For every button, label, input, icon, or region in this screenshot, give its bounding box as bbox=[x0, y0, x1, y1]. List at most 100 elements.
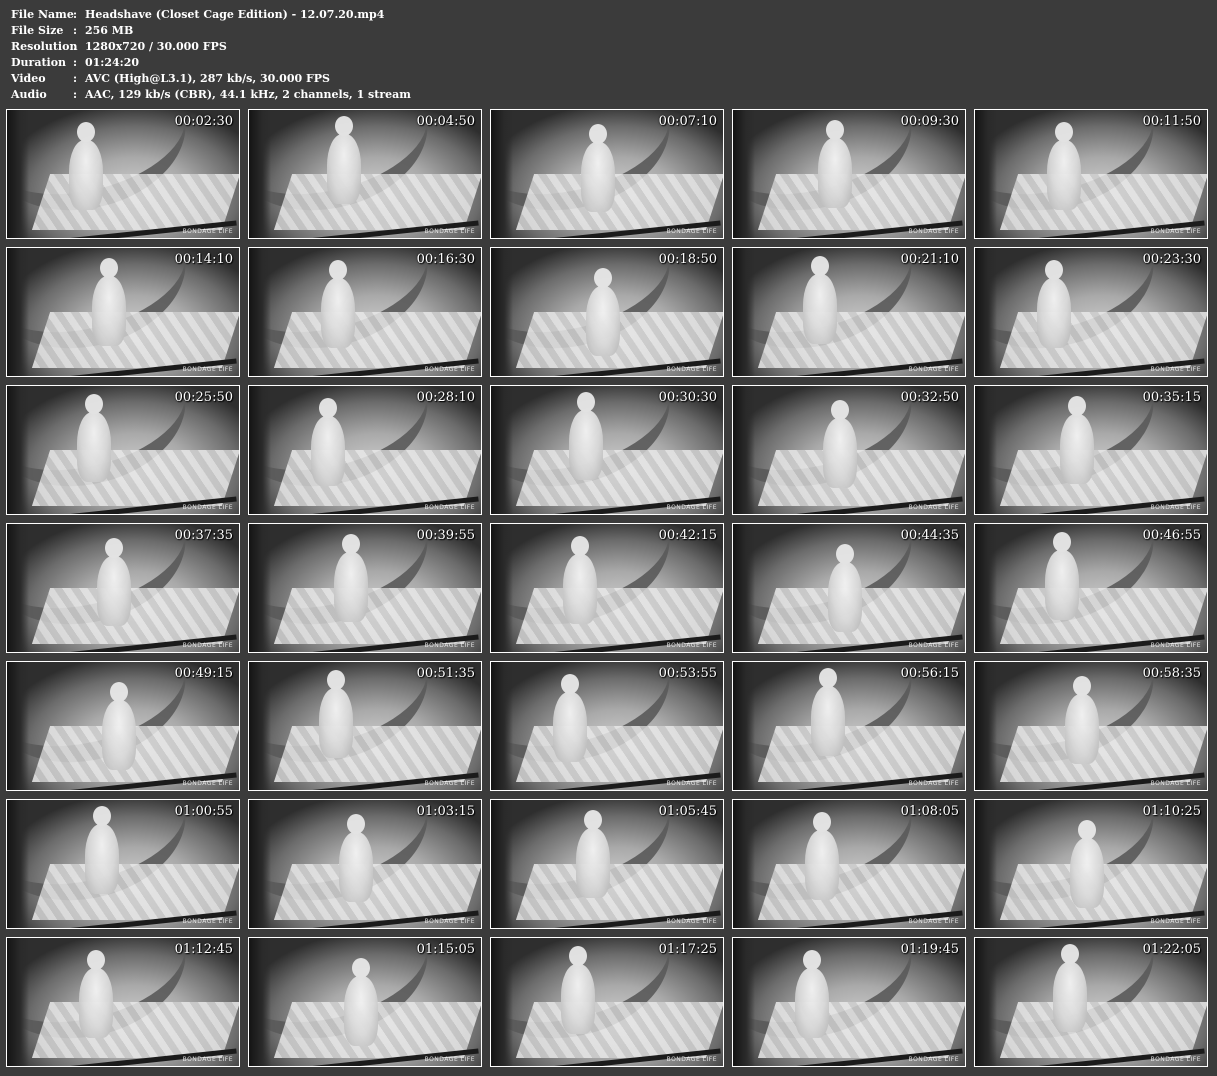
video-thumbnail[interactable]: 00:32:50 BONDAGE LIFE bbox=[732, 385, 966, 515]
video-thumbnail[interactable]: 00:25:50 BONDAGE LIFE bbox=[6, 385, 240, 515]
mattress bbox=[273, 174, 481, 230]
thumbnail-frame bbox=[7, 110, 239, 238]
thumbnail-timestamp: 01:19:45 bbox=[900, 942, 959, 957]
video-thumbnail[interactable]: 00:02:30 BONDAGE LIFE bbox=[6, 109, 240, 239]
thumbnail-frame bbox=[975, 524, 1207, 652]
video-thumbnail[interactable]: 00:14:10 BONDAGE LIFE bbox=[6, 247, 240, 377]
info-value: 256 MB bbox=[85, 24, 134, 37]
video-thumbnail[interactable]: 01:17:25 BONDAGE LIFE bbox=[490, 937, 724, 1067]
video-thumbnail[interactable]: 00:39:55 BONDAGE LIFE bbox=[248, 523, 482, 653]
subject-figure bbox=[803, 256, 837, 344]
subject-figure bbox=[569, 392, 603, 480]
subject-figure bbox=[102, 682, 136, 770]
video-thumbnail[interactable]: 00:18:50 BONDAGE LIFE bbox=[490, 247, 724, 377]
info-separator: : bbox=[73, 40, 78, 53]
info-separator: : bbox=[73, 24, 78, 37]
thumbnail-timestamp: 00:51:35 bbox=[416, 666, 475, 681]
thumbnail-frame bbox=[733, 248, 965, 376]
mattress bbox=[273, 312, 481, 368]
thumbnail-frame bbox=[249, 248, 481, 376]
video-thumbnail[interactable]: 01:19:45 BONDAGE LIFE bbox=[732, 937, 966, 1067]
video-thumbnail[interactable]: 01:10:25 BONDAGE LIFE bbox=[974, 799, 1208, 929]
subject-figure bbox=[1070, 820, 1104, 908]
watermark-logo: BONDAGE LIFE bbox=[182, 780, 233, 787]
watermark-logo: BONDAGE LIFE bbox=[1150, 504, 1201, 511]
thumbnail-timestamp: 00:53:55 bbox=[658, 666, 717, 681]
video-thumbnail[interactable]: 00:53:55 BONDAGE LIFE bbox=[490, 661, 724, 791]
mattress bbox=[757, 1002, 965, 1058]
thumbnail-timestamp: 00:25:50 bbox=[174, 390, 233, 405]
video-thumbnail[interactable]: 00:35:15 BONDAGE LIFE bbox=[974, 385, 1208, 515]
watermark-logo: BONDAGE LIFE bbox=[182, 642, 233, 649]
video-thumbnail[interactable]: 00:07:10 BONDAGE LIFE bbox=[490, 109, 724, 239]
video-thumbnail[interactable]: 01:22:05 BONDAGE LIFE bbox=[974, 937, 1208, 1067]
mattress bbox=[999, 726, 1207, 782]
video-thumbnail[interactable]: 00:56:15 BONDAGE LIFE bbox=[732, 661, 966, 791]
mattress bbox=[273, 450, 481, 506]
watermark-logo: BONDAGE LIFE bbox=[424, 504, 475, 511]
subject-figure bbox=[97, 538, 131, 626]
thumbnail-frame bbox=[249, 938, 481, 1066]
thumbnail-frame bbox=[249, 110, 481, 238]
subject-figure bbox=[92, 258, 126, 346]
mattress bbox=[31, 1002, 239, 1058]
thumbnail-timestamp: 00:46:55 bbox=[1142, 528, 1201, 543]
video-thumbnail[interactable]: 00:30:30 BONDAGE LIFE bbox=[490, 385, 724, 515]
watermark-logo: BONDAGE LIFE bbox=[424, 918, 475, 925]
thumbnail-timestamp: 00:44:35 bbox=[900, 528, 959, 543]
thumbnail-frame bbox=[249, 386, 481, 514]
info-key: File Size bbox=[11, 24, 64, 37]
thumbnail-frame bbox=[249, 662, 481, 790]
video-thumbnail[interactable]: 00:16:30 BONDAGE LIFE bbox=[248, 247, 482, 377]
info-row-resolution: Resolution : 1280x720 / 30.000 FPS bbox=[11, 39, 1201, 55]
video-thumbnail[interactable]: 00:04:50 BONDAGE LIFE bbox=[248, 109, 482, 239]
video-thumbnail[interactable]: 01:15:05 BONDAGE LIFE bbox=[248, 937, 482, 1067]
mattress bbox=[31, 174, 239, 230]
subject-figure bbox=[69, 122, 103, 210]
info-value: Headshave (Closet Cage Edition) - 12.07.… bbox=[85, 8, 385, 21]
watermark-logo: BONDAGE LIFE bbox=[424, 780, 475, 787]
thumbnail-timestamp: 01:08:05 bbox=[900, 804, 959, 819]
thumbnail-frame bbox=[733, 524, 965, 652]
video-thumbnail[interactable]: 00:44:35 BONDAGE LIFE bbox=[732, 523, 966, 653]
watermark-logo: BONDAGE LIFE bbox=[1150, 918, 1201, 925]
thumbnail-grid: 00:02:30 BONDAGE LIFE 00:04:50 BONDAGE LIFE… bbox=[6, 109, 1212, 1071]
thumbnail-frame bbox=[491, 524, 723, 652]
watermark-logo: BONDAGE LIFE bbox=[1150, 1056, 1201, 1063]
video-thumbnail[interactable]: 01:12:45 BONDAGE LIFE bbox=[6, 937, 240, 1067]
video-thumbnail[interactable]: 00:37:35 BONDAGE LIFE bbox=[6, 523, 240, 653]
subject-figure bbox=[1045, 532, 1079, 620]
thumbnail-timestamp: 01:10:25 bbox=[1142, 804, 1201, 819]
video-thumbnail[interactable]: 00:42:15 BONDAGE LIFE bbox=[490, 523, 724, 653]
mattress bbox=[273, 588, 481, 644]
info-value: AVC (High@L3.1), 287 kb/s, 30.000 FPS bbox=[85, 72, 330, 85]
video-thumbnail[interactable]: 00:11:50 BONDAGE LIFE bbox=[974, 109, 1208, 239]
watermark-logo: BONDAGE LIFE bbox=[666, 504, 717, 511]
thumbnail-frame bbox=[249, 524, 481, 652]
watermark-logo: BONDAGE LIFE bbox=[908, 642, 959, 649]
video-thumbnail[interactable]: 00:49:15 BONDAGE LIFE bbox=[6, 661, 240, 791]
video-thumbnail[interactable]: 00:21:10 BONDAGE LIFE bbox=[732, 247, 966, 377]
subject-figure bbox=[85, 806, 119, 894]
video-thumbnail[interactable]: 01:03:15 BONDAGE LIFE bbox=[248, 799, 482, 929]
thumbnail-frame bbox=[491, 386, 723, 514]
video-thumbnail[interactable]: 00:28:10 BONDAGE LIFE bbox=[248, 385, 482, 515]
watermark-logo: BONDAGE LIFE bbox=[666, 918, 717, 925]
video-thumbnail[interactable]: 00:58:35 BONDAGE LIFE bbox=[974, 661, 1208, 791]
video-thumbnail[interactable]: 01:00:55 BONDAGE LIFE bbox=[6, 799, 240, 929]
subject-figure bbox=[77, 394, 111, 482]
video-thumbnail[interactable]: 00:51:35 BONDAGE LIFE bbox=[248, 661, 482, 791]
thumbnail-frame bbox=[7, 800, 239, 928]
video-thumbnail[interactable]: 00:23:30 BONDAGE LIFE bbox=[974, 247, 1208, 377]
video-thumbnail[interactable]: 01:05:45 BONDAGE LIFE bbox=[490, 799, 724, 929]
info-row-file-name: File Name : Headshave (Closet Cage Editi… bbox=[11, 7, 1201, 23]
video-thumbnail[interactable]: 00:46:55 BONDAGE LIFE bbox=[974, 523, 1208, 653]
thumbnail-frame bbox=[7, 662, 239, 790]
info-separator: : bbox=[73, 56, 78, 69]
video-thumbnail[interactable]: 01:08:05 BONDAGE LIFE bbox=[732, 799, 966, 929]
thumbnail-frame bbox=[975, 800, 1207, 928]
thumbnail-timestamp: 01:05:45 bbox=[658, 804, 717, 819]
subject-figure bbox=[1047, 122, 1081, 210]
video-thumbnail[interactable]: 00:09:30 BONDAGE LIFE bbox=[732, 109, 966, 239]
thumbnail-timestamp: 00:16:30 bbox=[416, 252, 475, 267]
